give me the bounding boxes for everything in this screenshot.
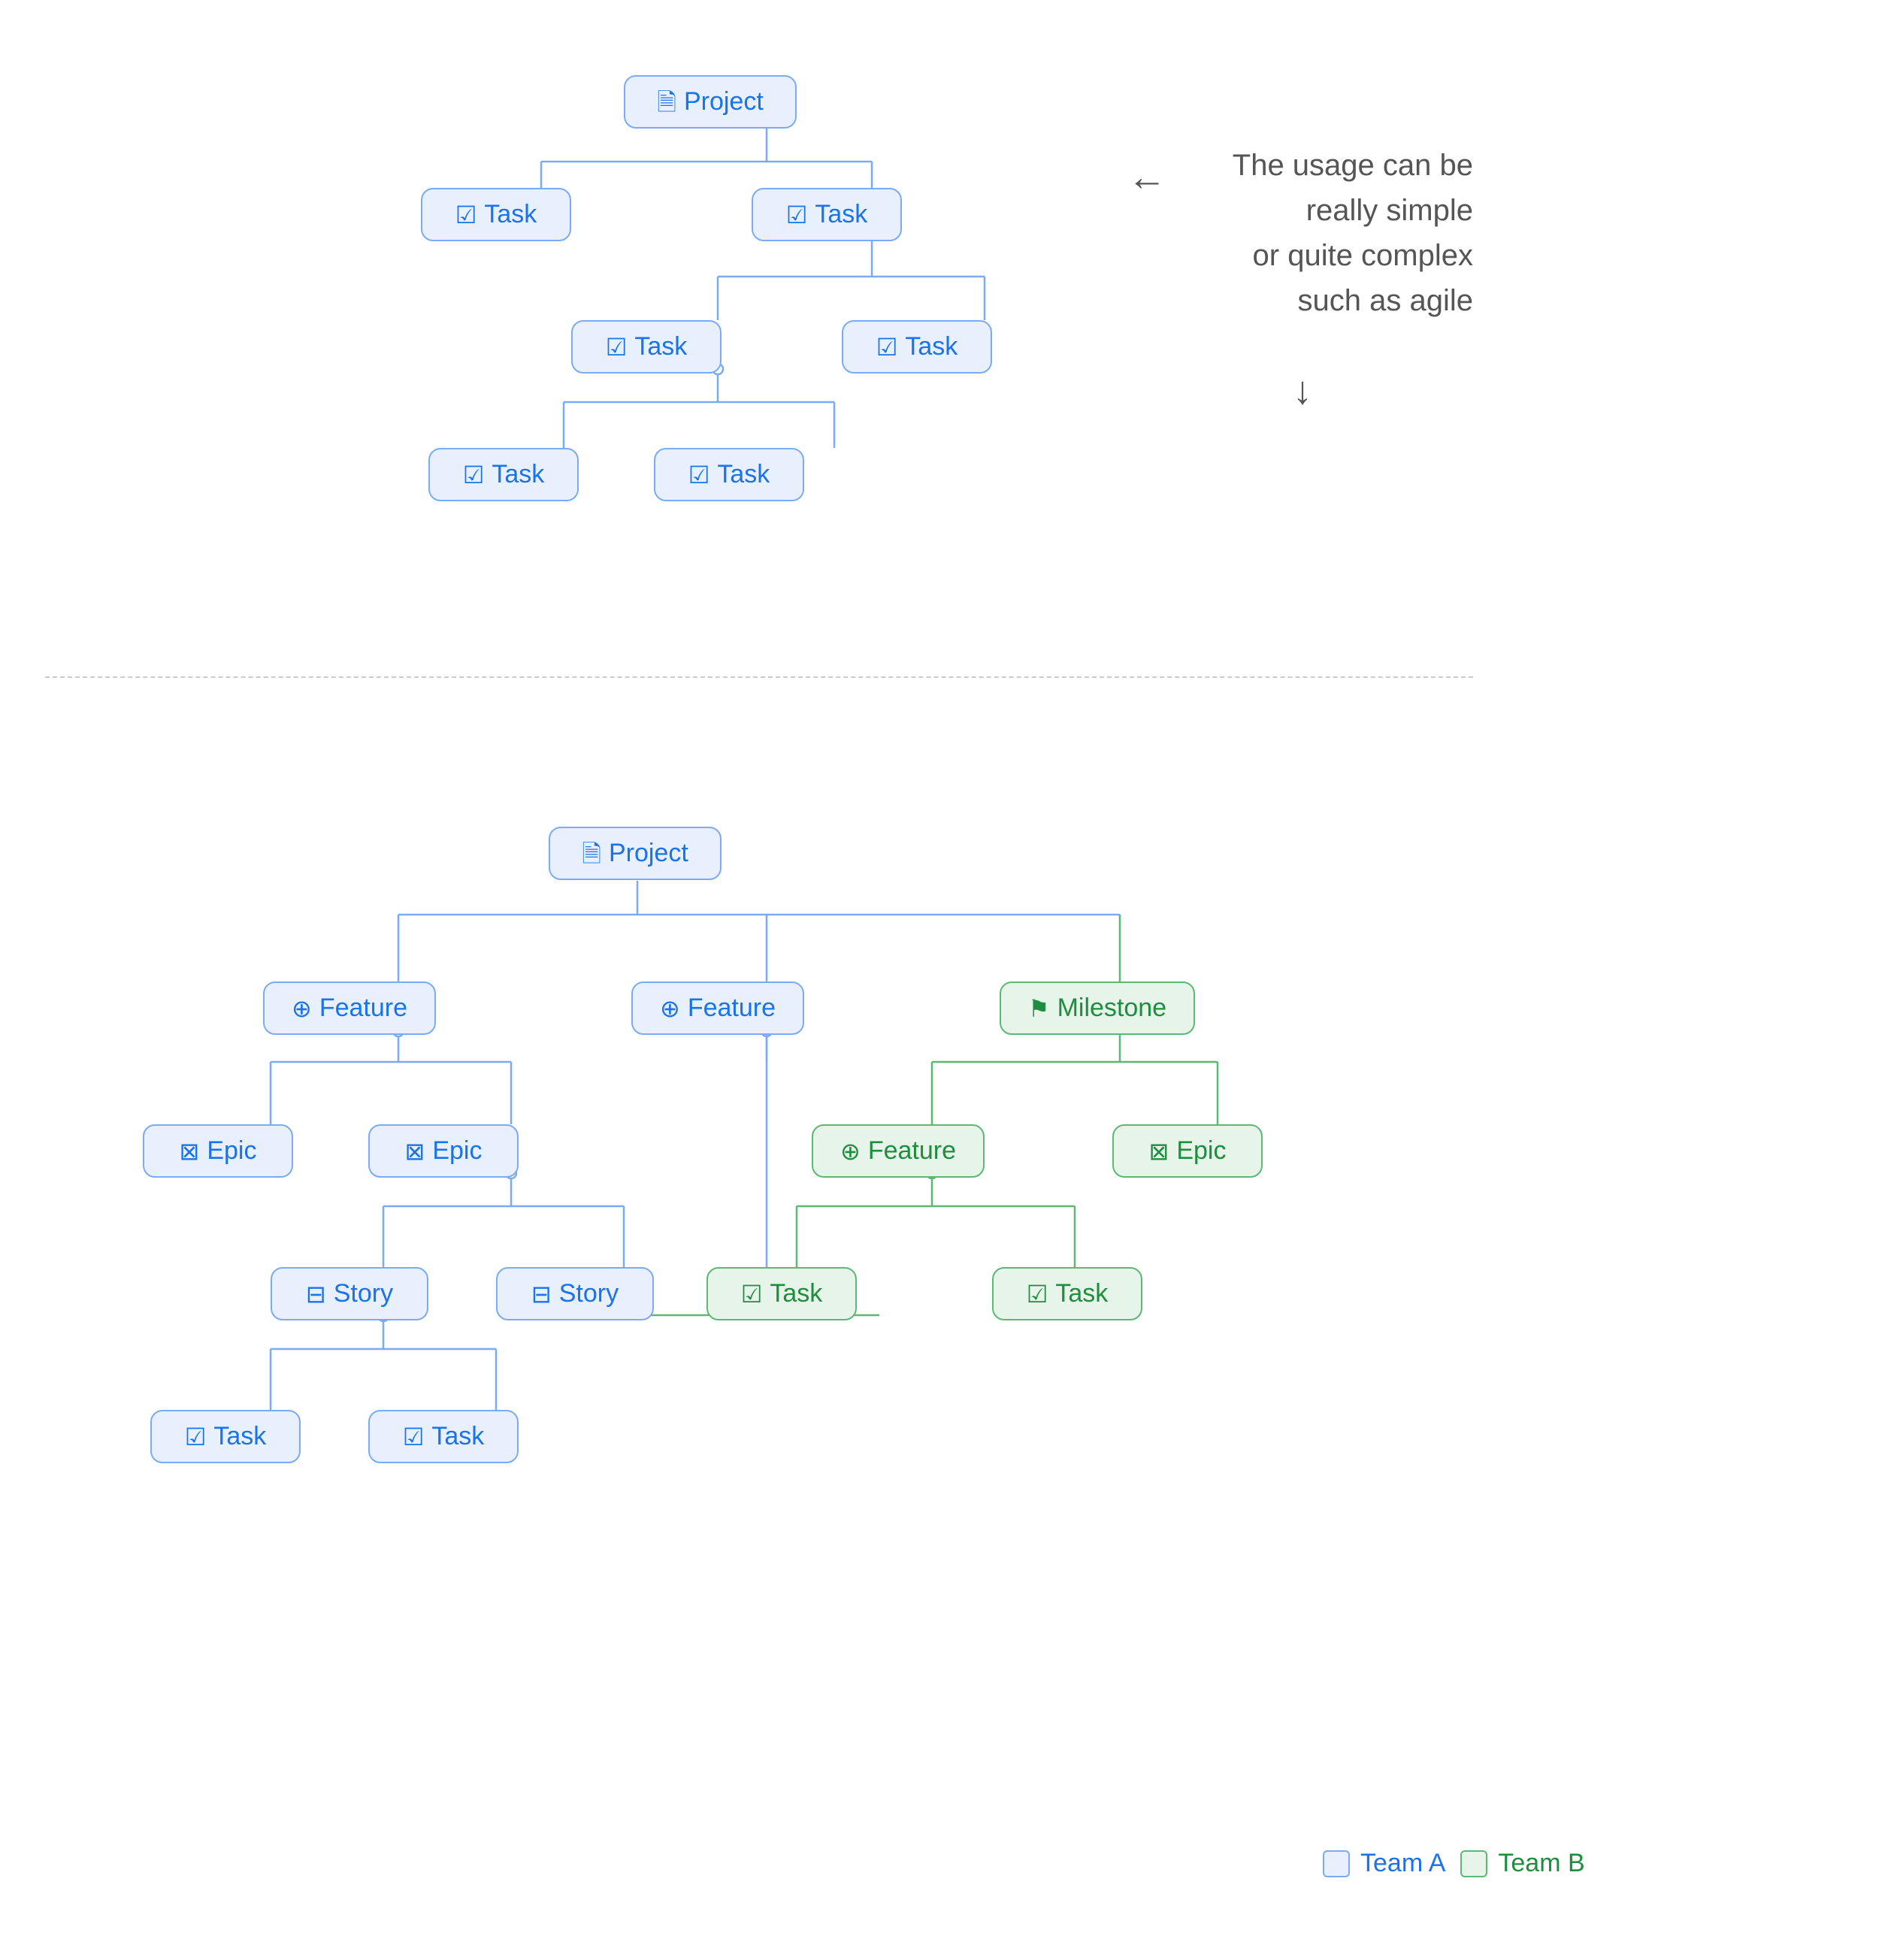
legend-box-green <box>1460 1850 1487 1877</box>
diagram1-task4-label: Task <box>905 332 958 361</box>
diagram1-task2-label: Task <box>815 200 867 229</box>
diagram2-taska-label: Task <box>770 1279 822 1308</box>
section-divider <box>45 676 1473 678</box>
checkbox-icon-3: ☑ <box>606 335 628 359</box>
story-icon-1: ⊟ <box>306 1282 326 1306</box>
arrow-left-icon: ← <box>1127 155 1166 200</box>
diagram1-task3-label: Task <box>634 332 687 361</box>
diagram2-story1-node: ⊟ Story <box>271 1267 428 1320</box>
diagram2-task-bl1-node: ☑ Task <box>150 1410 301 1463</box>
diagram2-feature3-label: Feature <box>868 1136 956 1166</box>
legend-team-a-label: Team A <box>1360 1849 1445 1878</box>
legend: Team A Team B <box>1323 1849 1585 1878</box>
diagram1-task3-node: ☑ Task <box>571 320 722 374</box>
arrow-down-icon: ↓ <box>1293 368 1312 413</box>
checkbox-icon-4: ☑ <box>876 335 898 359</box>
checkbox-icon-bl1: ☑ <box>185 1425 207 1449</box>
diagram2-taskb-node: ☑ Task <box>992 1267 1142 1320</box>
diagram2-milestone-label: Milestone <box>1057 994 1167 1023</box>
diagram2-epic1-label: Epic <box>207 1136 256 1166</box>
diagram1-task5-node: ☑ Task <box>428 448 579 501</box>
diagram1-task1-label: Task <box>484 200 537 229</box>
diagram2-feature2-node: ⊕ Feature <box>631 982 804 1035</box>
checkbox-icon-6: ☑ <box>688 463 710 487</box>
diagram2-story2-label: Story <box>559 1279 619 1308</box>
diagram2-feature1-label: Feature <box>319 994 407 1023</box>
diagram2-story2-node: ⊟ Story <box>496 1267 654 1320</box>
diagram2-taskb-label: Task <box>1055 1279 1108 1308</box>
diagram1-task4-node: ☑ Task <box>842 320 992 374</box>
diagram2-project-label: Project <box>609 839 688 868</box>
checkbox-icon-1: ☑ <box>455 203 477 227</box>
checkbox-icon-2: ☑ <box>786 203 808 227</box>
legend-box-blue <box>1323 1850 1350 1877</box>
diagram1-task5-label: Task <box>492 460 544 489</box>
diagram2-story1-label: Story <box>334 1279 393 1308</box>
diagram2-project-node: 🗎 Project <box>549 827 722 880</box>
diagram1-task1-node: ☑ Task <box>421 188 571 241</box>
checkbox-icon-bl2: ☑ <box>403 1425 425 1449</box>
diagram2-task-bl2-label: Task <box>431 1422 484 1451</box>
diagram2-epic2-node: ⊠ Epic <box>368 1124 519 1178</box>
shield-icon-1: ⊠ <box>180 1139 200 1163</box>
diagram1-task6-node: ☑ Task <box>654 448 804 501</box>
plus-circle-icon-2: ⊕ <box>660 997 680 1021</box>
diagram2-feature3-node: ⊕ Feature <box>812 1124 985 1178</box>
plus-circle-icon-3: ⊕ <box>840 1139 861 1163</box>
legend-team-a: Team A <box>1323 1849 1445 1878</box>
diagram2-task-bl1-label: Task <box>213 1422 266 1451</box>
diagram1-task2-node: ☑ Task <box>752 188 902 241</box>
diagram1-project-node: 🗎 Project <box>624 75 797 129</box>
checkbox-icon-b: ☑ <box>1027 1282 1048 1306</box>
diagram2-task-bl2-node: ☑ Task <box>368 1410 519 1463</box>
diagram1-task6-label: Task <box>717 460 770 489</box>
legend-team-b: Team B <box>1460 1849 1584 1878</box>
diagram2-epic3-node: ⊠ Epic <box>1112 1124 1263 1178</box>
shield-icon-2: ⊠ <box>405 1139 425 1163</box>
diagram1-project-label: Project <box>684 87 764 116</box>
annotation-text: The usage can bereally simpleor quite co… <box>1172 143 1473 323</box>
flag-icon: ⚑ <box>1028 997 1050 1021</box>
legend-team-b-label: Team B <box>1498 1849 1584 1878</box>
diagram2-epic1-node: ⊠ Epic <box>143 1124 293 1178</box>
diagram2-feature1-node: ⊕ Feature <box>263 982 436 1035</box>
diagram2-taska-node: ☑ Task <box>706 1267 857 1320</box>
diagram2-feature2-label: Feature <box>688 994 776 1023</box>
diagram2-milestone-node: ⚑ Milestone <box>1000 982 1195 1035</box>
checkbox-icon-a: ☑ <box>741 1282 763 1306</box>
diagram2-epic2-label: Epic <box>432 1136 482 1166</box>
document-icon: 🗎 <box>657 90 676 114</box>
checkbox-icon-5: ☑ <box>463 463 485 487</box>
story-icon-2: ⊟ <box>531 1282 552 1306</box>
document-icon-2: 🗎 <box>582 842 601 866</box>
plus-circle-icon-1: ⊕ <box>292 997 312 1021</box>
diagram2-epic3-label: Epic <box>1176 1136 1226 1166</box>
shield-icon-3: ⊠ <box>1149 1139 1169 1163</box>
